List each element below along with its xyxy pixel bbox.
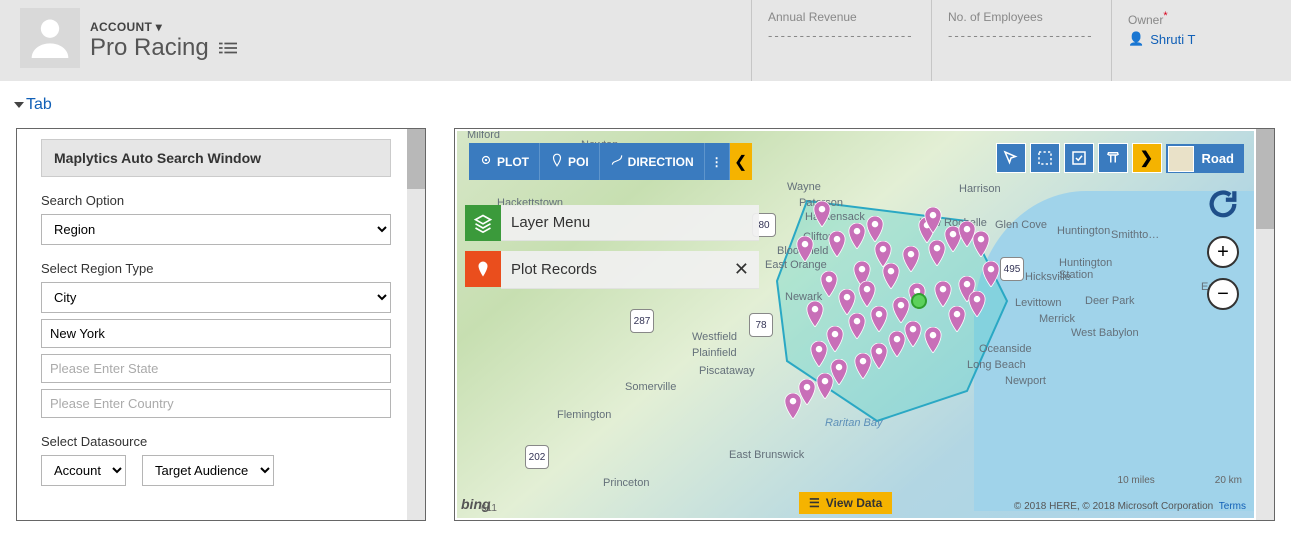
city-input[interactable]	[41, 319, 391, 348]
pushpin[interactable]	[857, 281, 877, 307]
more-button[interactable]: ⋮	[705, 143, 730, 180]
pushpin[interactable]	[819, 271, 839, 297]
pushpin[interactable]	[812, 201, 832, 227]
map-thumb-icon	[1168, 146, 1194, 172]
avatar	[20, 8, 80, 68]
search-panel: Maplytics Auto Search Window Search Opti…	[16, 128, 426, 521]
map-type-selector[interactable]: Road	[1166, 144, 1245, 173]
pushpin[interactable]	[795, 236, 815, 262]
pushpin[interactable]	[971, 231, 991, 257]
pin-icon	[550, 153, 564, 170]
field-no-of-employees[interactable]: No. of Employees -----------------------	[931, 0, 1111, 81]
layers-icon	[465, 205, 501, 241]
datasource-label: Select Datasource	[41, 434, 391, 449]
pushpin[interactable]	[891, 297, 911, 323]
plot-records-bar[interactable]: Plot Records✕	[465, 251, 759, 289]
pushpin[interactable]	[903, 321, 923, 347]
route-icon	[610, 153, 624, 170]
country-input[interactable]	[41, 389, 391, 418]
datasource-entity-select[interactable]: Account	[41, 455, 126, 486]
owner-link[interactable]: Shruti T	[1150, 32, 1195, 47]
view-data-button[interactable]: ☰ View Data	[799, 492, 892, 514]
account-name: Pro Racing	[90, 34, 209, 62]
person-small-icon: 👤	[1128, 31, 1144, 47]
pushpin[interactable]	[901, 246, 921, 272]
panel-title: Maplytics Auto Search Window	[41, 139, 391, 177]
pushpin[interactable]	[805, 301, 825, 327]
pushpin[interactable]	[827, 231, 847, 257]
field-owner[interactable]: Owner* 👤 Shruti T	[1111, 0, 1291, 81]
triangle-icon	[14, 102, 24, 108]
state-input[interactable]	[41, 354, 391, 383]
close-icon[interactable]: ✕	[734, 259, 749, 280]
pin-list-icon	[465, 251, 501, 287]
plot-button[interactable]: PLOT	[469, 143, 540, 180]
map[interactable]: Milford Newton Hackettstown Wayne Paters…	[457, 131, 1254, 518]
scale-bar: 10 miles20 km	[1118, 475, 1242, 486]
collapse-left-button[interactable]: ❮	[730, 143, 752, 180]
tab-header[interactable]: Tab	[16, 96, 1275, 114]
scrollbar[interactable]	[407, 129, 425, 520]
zoom-out-button[interactable]: −	[1207, 278, 1239, 310]
poi-button[interactable]: POI	[540, 143, 600, 180]
region-type-label: Select Region Type	[41, 261, 391, 276]
pushpin[interactable]	[847, 313, 867, 339]
pushpin[interactable]	[869, 306, 889, 332]
center-point[interactable]	[911, 293, 927, 309]
copyright: © 2018 HERE, © 2018 Microsoft Corporatio…	[1014, 501, 1246, 512]
pushpin[interactable]	[933, 281, 953, 307]
pushpin[interactable]	[881, 263, 901, 289]
list-icon[interactable]	[219, 34, 237, 62]
direction-button[interactable]: DIRECTION	[600, 143, 705, 180]
person-icon	[28, 14, 72, 63]
pushpin[interactable]	[815, 373, 835, 399]
terms-link[interactable]: Terms	[1219, 501, 1246, 512]
list-icon: ☰	[809, 496, 820, 510]
search-option-select[interactable]: Region	[41, 214, 391, 245]
pushpin[interactable]	[923, 327, 943, 353]
pushpin[interactable]	[981, 261, 1001, 287]
delete-tool[interactable]	[1098, 143, 1128, 173]
datasource-view-select[interactable]: Target Audience	[142, 455, 274, 486]
entity-type[interactable]: ACCOUNT ▾	[90, 20, 237, 34]
pushpin[interactable]	[865, 216, 885, 242]
region-type-select[interactable]: City	[41, 282, 391, 313]
collapse-right-button[interactable]: ❯	[1132, 143, 1162, 173]
refresh-button[interactable]	[1206, 187, 1240, 226]
box-select-tool[interactable]	[1030, 143, 1060, 173]
map-panel: Milford Newton Hackettstown Wayne Paters…	[454, 128, 1275, 521]
pushpin[interactable]	[923, 207, 943, 233]
pushpin[interactable]	[837, 289, 857, 315]
pushpin[interactable]	[797, 379, 817, 405]
zoom-in-button[interactable]: +	[1207, 236, 1239, 268]
select-all-tool[interactable]	[1064, 143, 1094, 173]
target-icon	[479, 153, 493, 170]
layer-menu-bar[interactable]: Layer Menu	[465, 205, 759, 241]
pushpin[interactable]	[847, 223, 867, 249]
crm-header: ACCOUNT ▾ Pro Racing Annual Revenue ----…	[0, 0, 1291, 82]
pushpin[interactable]	[967, 291, 987, 317]
highway-611: 611	[481, 503, 497, 514]
scrollbar[interactable]	[1256, 129, 1274, 520]
pushpin[interactable]	[809, 341, 829, 367]
pushpin[interactable]	[869, 343, 889, 369]
pushpin[interactable]	[947, 306, 967, 332]
map-tools: ❯ Road	[996, 143, 1245, 173]
select-tool[interactable]	[996, 143, 1026, 173]
map-toolbar: PLOT POI DIRECTION ⋮ ❮	[469, 143, 752, 180]
field-annual-revenue[interactable]: Annual Revenue -----------------------	[751, 0, 931, 81]
search-option-label: Search Option	[41, 193, 391, 208]
